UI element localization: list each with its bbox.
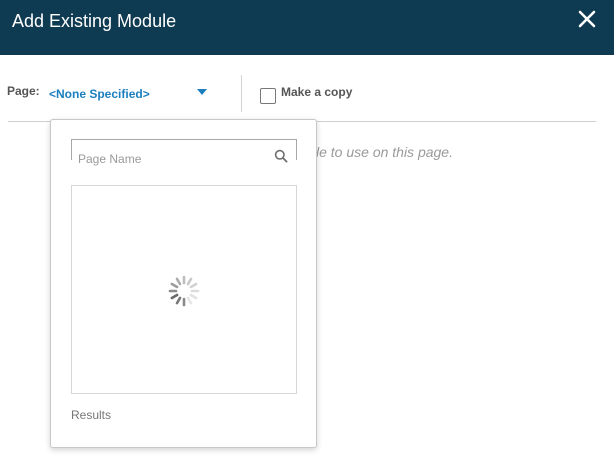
page-label: Page: xyxy=(7,84,40,98)
close-icon[interactable] xyxy=(576,8,598,30)
dialog-header: Add Existing Module xyxy=(0,0,614,55)
hint-text: le to use on this page. xyxy=(316,144,453,160)
spinner-icon xyxy=(168,275,200,307)
search-icon[interactable] xyxy=(274,149,288,163)
page-select-value[interactable]: <None Specified> xyxy=(49,87,150,101)
make-copy-label[interactable]: Make a copy xyxy=(281,85,352,99)
page-dropdown: Results xyxy=(50,119,317,448)
page-select[interactable]: <None Specified> xyxy=(49,86,217,104)
caret-down-icon[interactable] xyxy=(197,89,207,95)
dialog-title: Add Existing Module xyxy=(12,11,177,31)
close-button[interactable] xyxy=(576,8,598,32)
results-label: Results xyxy=(71,408,112,422)
search-box[interactable] xyxy=(71,139,297,168)
results-list[interactable] xyxy=(71,185,297,394)
page-name-search-input[interactable] xyxy=(78,150,268,168)
make-copy-checkbox[interactable] xyxy=(260,88,276,104)
toolbar-divider xyxy=(241,75,242,112)
